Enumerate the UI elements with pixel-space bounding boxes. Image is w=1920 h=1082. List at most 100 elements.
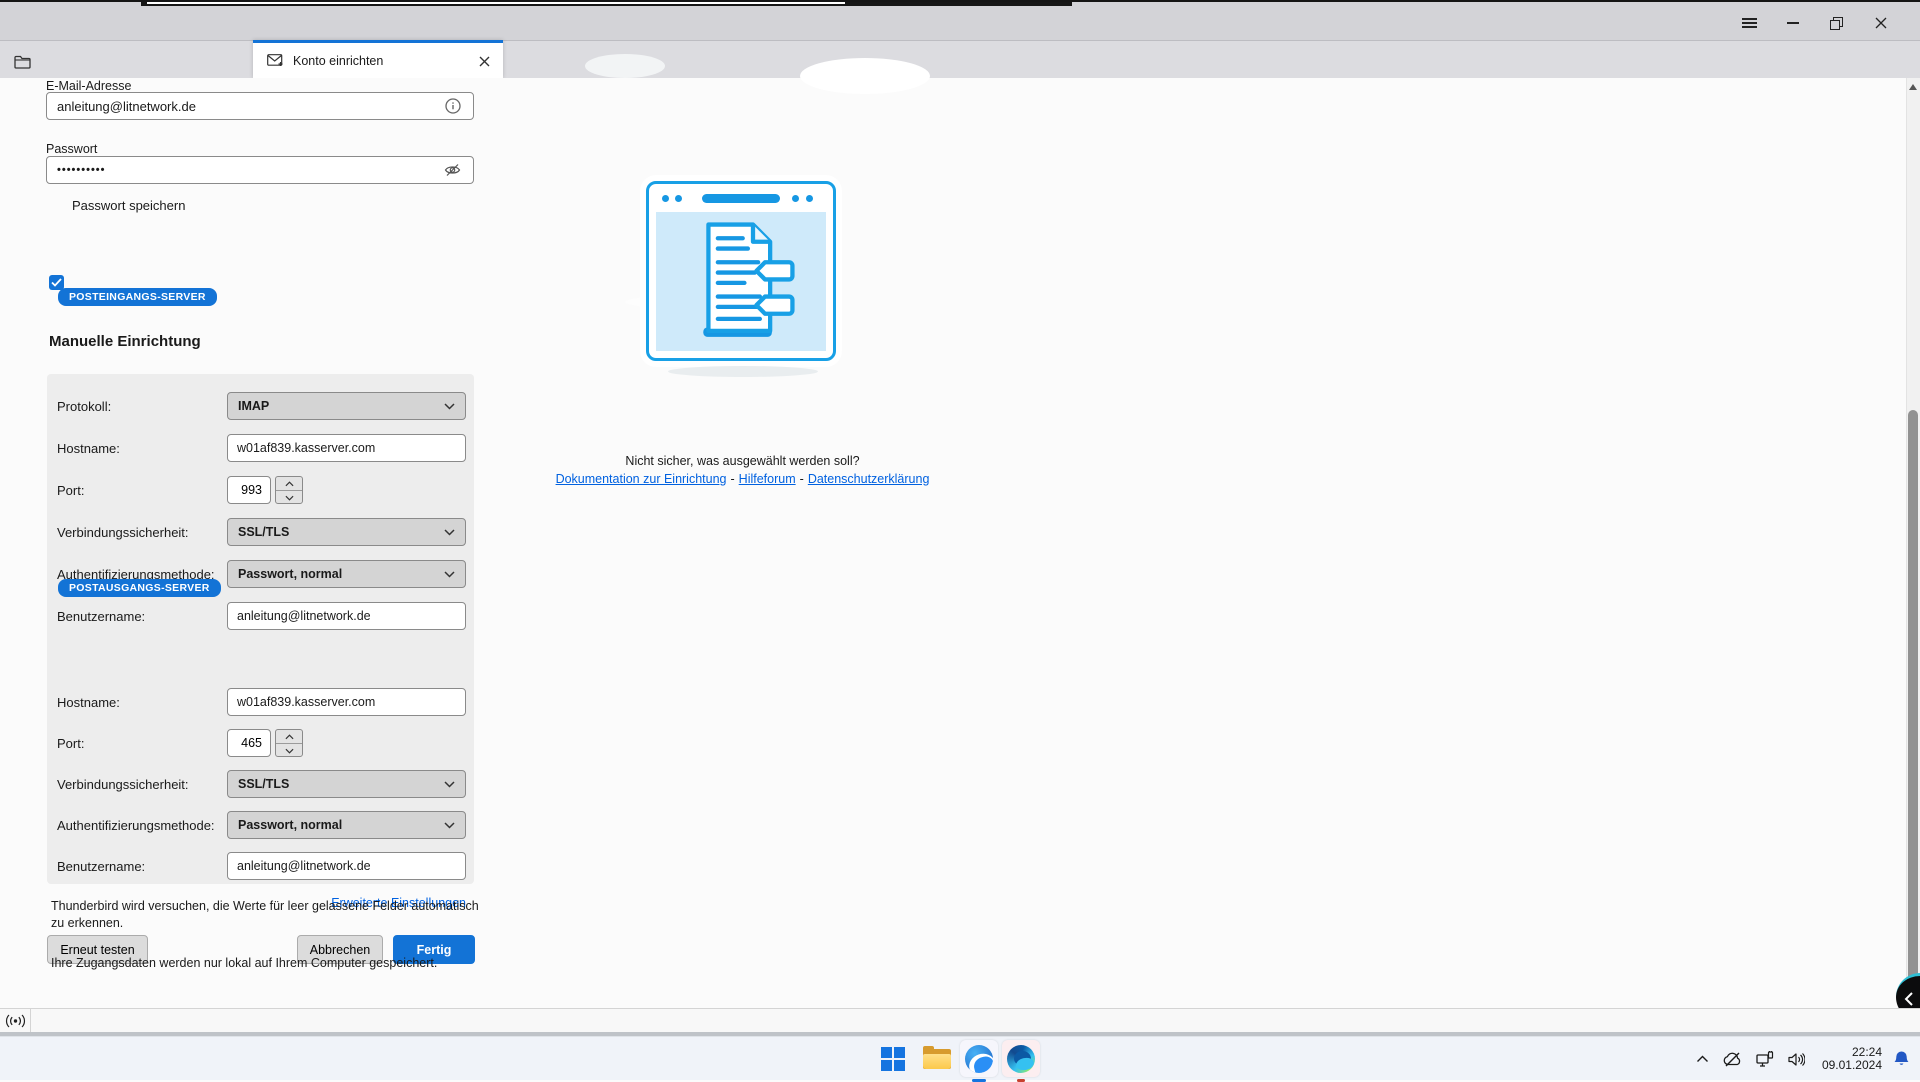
password-field[interactable] <box>46 156 474 184</box>
outgoing-username-label: Benutzername: <box>57 859 145 874</box>
outgoing-username-input[interactable] <box>227 852 466 880</box>
outgoing-hostname-label: Hostname: <box>57 695 120 710</box>
app-menu-button[interactable] <box>1729 6 1769 40</box>
thunderbird-icon <box>965 1045 993 1073</box>
outgoing-port-spin-buttons <box>275 729 303 757</box>
incoming-security-select[interactable]: SSL/TLS <box>227 518 466 546</box>
link-separator: - <box>731 472 735 486</box>
taskbar: 22:24 09.01.2024 <box>0 1036 1920 1080</box>
incoming-protocol-value: IMAP <box>238 399 269 413</box>
help-links: Dokumentation zur Einrichtung-Hilfeforum… <box>480 472 1005 486</box>
date: 09.01.2024 <box>1822 1059 1882 1072</box>
outgoing-security-value: SSL/TLS <box>238 777 289 791</box>
illustration-shadow <box>668 366 818 377</box>
spin-down-button[interactable] <box>276 743 302 757</box>
incoming-auth-select[interactable]: Passwort, normal <box>227 560 466 588</box>
save-password-label: Passwort speichern <box>72 198 185 213</box>
illustration-document <box>656 212 826 351</box>
incoming-server-badge: POSTEINGANGS-SERVER <box>58 288 217 306</box>
incoming-username-input[interactable] <box>227 602 466 630</box>
manual-setup-heading: Manuelle Einrichtung <box>49 333 201 350</box>
chevron-down-icon <box>285 748 294 754</box>
outgoing-hostname-input[interactable] <box>227 688 466 716</box>
clock[interactable]: 22:24 09.01.2024 <box>1822 1046 1882 1072</box>
cloud-decoration <box>800 58 930 94</box>
incoming-security-value: SSL/TLS <box>238 525 289 539</box>
incoming-hostname-label: Hostname: <box>57 441 120 456</box>
windows-logo-icon <box>881 1047 905 1071</box>
local-storage-note: Ihre Zugangsdaten werden nur lokal auf I… <box>51 955 437 972</box>
spin-up-button[interactable] <box>276 730 302 743</box>
incoming-security-label: Verbindungssicherheit: <box>57 525 189 540</box>
incoming-auth-value: Passwort, normal <box>238 567 342 581</box>
onedrive-offline-icon[interactable] <box>1723 1052 1742 1067</box>
help-link-1[interactable]: Hilfeforum <box>739 472 796 486</box>
password-label: Passwort <box>46 142 97 156</box>
close-icon <box>479 56 490 67</box>
incoming-port-spin-buttons <box>275 476 303 504</box>
outgoing-port-input[interactable] <box>227 729 271 757</box>
hamburger-icon <box>1742 16 1757 30</box>
mail-setup-icon <box>267 54 284 67</box>
tab-konto-einrichten[interactable]: Konto einrichten <box>253 40 503 78</box>
close-icon <box>1875 17 1887 29</box>
broadcast-status-icon[interactable] <box>0 1009 31 1032</box>
account-setup-pane: E-Mail-Adresse Passwort Passwort speiche… <box>0 78 1920 1008</box>
help-question: Nicht sicher, was ausgewählt werden soll… <box>555 454 930 468</box>
email-label: E-Mail-Adresse <box>46 79 131 93</box>
folder-pane-icon[interactable] <box>14 55 31 69</box>
incoming-port-label: Port: <box>57 483 84 498</box>
title-bar <box>0 6 1920 40</box>
tray-expand-chevron[interactable] <box>1696 1055 1709 1063</box>
chevron-down-icon <box>444 822 455 829</box>
outgoing-port-stepper[interactable] <box>227 729 349 757</box>
close-tab-button[interactable] <box>477 54 491 68</box>
minimize-button[interactable] <box>1773 6 1813 40</box>
tab-title: Konto einrichten <box>293 54 383 68</box>
outgoing-security-label: Verbindungssicherheit: <box>57 777 189 792</box>
chevron-up-icon <box>285 734 294 740</box>
status-bar <box>0 1008 1920 1032</box>
chevron-down-icon <box>444 571 455 578</box>
setup-illustration <box>646 181 836 361</box>
file-explorer-icon <box>923 1047 951 1071</box>
outgoing-security-select[interactable]: SSL/TLS <box>227 770 466 798</box>
restore-icon <box>1830 17 1843 30</box>
help-link-2[interactable]: Datenschutzerklärung <box>808 472 930 486</box>
help-link-0[interactable]: Dokumentation zur Einrichtung <box>556 472 727 486</box>
outgoing-auth-select[interactable]: Passwort, normal <box>227 811 466 839</box>
start-button[interactable] <box>874 1040 912 1077</box>
notification-bell-icon[interactable] <box>1893 1050 1910 1068</box>
show-password-icon[interactable] <box>444 163 461 177</box>
volume-icon[interactable] <box>1788 1052 1805 1067</box>
outgoing-auth-value: Passwort, normal <box>238 818 342 832</box>
cloud-decoration <box>585 54 665 78</box>
scrollbar-thumb[interactable] <box>1908 410 1918 1005</box>
network-icon[interactable] <box>1756 1051 1774 1067</box>
chevron-up-icon <box>285 481 294 487</box>
thunderbird-button[interactable] <box>960 1040 998 1077</box>
spin-down-button[interactable] <box>276 490 302 504</box>
scroll-up-arrow[interactable] <box>1909 84 1917 90</box>
check-icon <box>51 278 62 287</box>
incoming-port-input[interactable] <box>227 476 271 504</box>
minimize-icon <box>1787 22 1799 24</box>
incoming-protocol-select[interactable]: IMAP <box>227 392 466 420</box>
info-icon[interactable] <box>445 98 461 114</box>
chevron-down-icon <box>444 529 455 536</box>
outgoing-server-badge: POSTAUSGANGS-SERVER <box>58 579 221 597</box>
spin-up-button[interactable] <box>276 477 302 490</box>
incoming-hostname-input[interactable] <box>227 434 466 462</box>
close-window-button[interactable] <box>1861 6 1901 40</box>
edge-button[interactable] <box>1002 1040 1040 1077</box>
restore-button[interactable] <box>1816 6 1856 40</box>
outgoing-auth-label: Authentifizierungsmethode: <box>57 818 215 833</box>
incoming-username-label: Benutzername: <box>57 609 145 624</box>
email-field[interactable] <box>46 92 474 120</box>
outgoing-port-label: Port: <box>57 736 84 751</box>
incoming-port-stepper[interactable] <box>227 476 349 504</box>
chevron-down-icon <box>285 495 294 501</box>
server-settings-panel: Protokoll:IMAPHostname:Port:Verbindungss… <box>47 374 474 884</box>
chevron-down-icon <box>444 781 455 788</box>
file-explorer-button[interactable] <box>918 1040 956 1077</box>
